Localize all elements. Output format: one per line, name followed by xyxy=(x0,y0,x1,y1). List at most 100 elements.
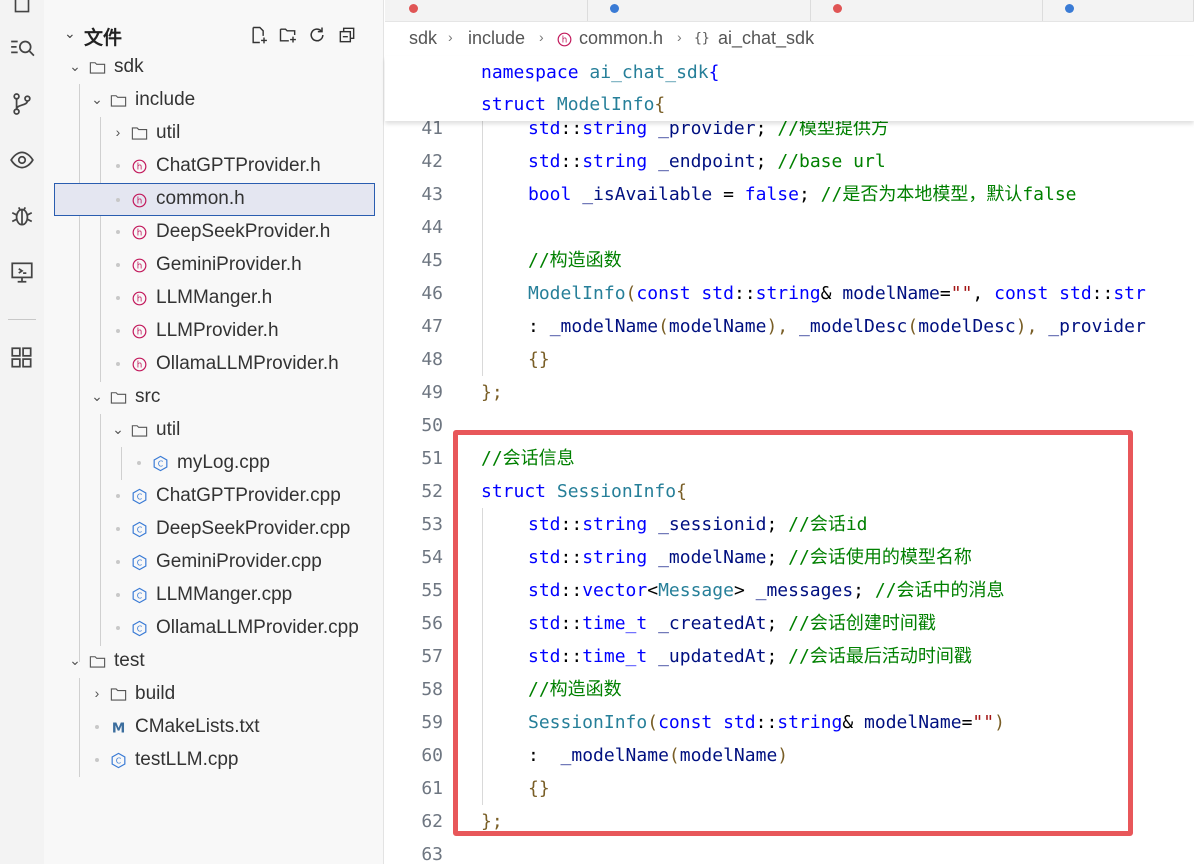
tree-item-label: DeepSeekProvider.cpp xyxy=(156,518,351,539)
code-token: struct xyxy=(481,94,547,115)
code-token: :: xyxy=(560,118,583,139)
tree-folder-include[interactable]: ⌄ include xyxy=(44,84,384,117)
folder-open-icon xyxy=(108,90,128,110)
tree-file-cmakelists[interactable]: M CMakeLists.txt xyxy=(44,711,384,744)
code-token: std xyxy=(1059,283,1092,304)
code-editor[interactable]: 41 42 43 44 45 46 47 48 49 50 51 52 53 5… xyxy=(385,112,1194,864)
tree-file-deepseekprovider-h[interactable]: h DeepSeekProvider.h xyxy=(44,216,384,249)
tree-file-deepseekprovider-cpp[interactable]: C DeepSeekProvider.cpp xyxy=(44,513,384,546)
editor-tab[interactable] xyxy=(1043,0,1194,21)
code-token: _modelName xyxy=(549,316,659,337)
tree-folder-src[interactable]: ⌄ src xyxy=(44,381,384,414)
tree-file-llmmanger-cpp[interactable]: C LLMManger.cpp xyxy=(44,579,384,612)
svg-text:h: h xyxy=(136,261,142,271)
tree-file-geminiprovider-cpp[interactable]: C GeminiProvider.cpp xyxy=(44,546,384,579)
tree-folder-util[interactable]: › util xyxy=(44,117,384,150)
header-file-icon: h xyxy=(129,222,149,242)
tree-file-chatgptprovider-h[interactable]: h ChatGPTProvider.h xyxy=(44,150,384,183)
code-token: }; xyxy=(481,382,503,403)
explorer-panel: ⌄ 文件 ⌄ sdk ⌄ include › util h ChatGPTPro… xyxy=(44,0,384,864)
code-token: bool xyxy=(528,184,572,205)
namespace-icon: {} xyxy=(694,31,710,46)
tree-item-label: ChatGPTProvider.cpp xyxy=(156,485,341,506)
code-token: _provider xyxy=(1048,316,1146,337)
code-line: ModelInfo(const std::string& modelName="… xyxy=(528,277,1146,310)
tree-file-chatgptprovider-cpp[interactable]: C ChatGPTProvider.cpp xyxy=(44,480,384,513)
tree-dot xyxy=(116,560,120,564)
breadcrumb-item[interactable]: ai_chat_sdk xyxy=(718,28,814,49)
sticky-line[interactable]: struct ModelInfo{ xyxy=(481,88,665,121)
code-token: str xyxy=(1113,283,1146,304)
line-number: 52 xyxy=(421,481,443,502)
tree-file-llmmanger-h[interactable]: h LLMManger.h xyxy=(44,282,384,315)
line-number: 54 xyxy=(421,547,443,568)
svg-text:C: C xyxy=(115,756,121,765)
tree-dot xyxy=(116,296,120,300)
indent-guide xyxy=(482,112,483,376)
explorer-icon[interactable]: 1 xyxy=(4,0,40,22)
code-line: }; xyxy=(481,376,503,409)
tree-folder-sdk[interactable]: ⌄ sdk xyxy=(44,51,384,84)
tree-item-label: LLMManger.h xyxy=(156,287,273,308)
tree-file-ollamallmprovider-h[interactable]: h OllamaLLMProvider.h xyxy=(44,348,384,381)
code-token: :: xyxy=(733,283,756,304)
tree-file-llmprovider-h[interactable]: h LLMProvider.h xyxy=(44,315,384,348)
code-token: ), xyxy=(1015,316,1038,337)
chevron-right-icon: › xyxy=(539,29,544,45)
code-token: "" xyxy=(950,283,973,304)
tree-folder-src-util[interactable]: ⌄ util xyxy=(44,414,384,447)
code-token: false xyxy=(744,184,799,205)
tree-file-common-h[interactable]: h common.h xyxy=(54,183,375,216)
source-control-icon[interactable] xyxy=(4,86,40,122)
tree-item-label: myLog.cpp xyxy=(177,452,270,473)
tree-dot xyxy=(116,527,120,531)
collapse-all-icon[interactable] xyxy=(335,23,359,47)
svg-text:h: h xyxy=(136,196,142,206)
code-comment: //base url xyxy=(777,151,886,172)
breadcrumb: sdk › include › h common.h › {} ai_chat_… xyxy=(385,24,1194,56)
header-file-icon: h xyxy=(129,190,149,210)
line-number: 50 xyxy=(421,415,443,436)
breadcrumb-item[interactable]: common.h xyxy=(579,28,663,49)
code-token: , xyxy=(972,283,984,304)
remote-explorer-icon[interactable] xyxy=(4,142,40,178)
tree-item-label: include xyxy=(135,89,196,110)
editor-tab[interactable] xyxy=(588,0,811,21)
code-token: _endpoint xyxy=(658,151,756,172)
chevron-down-icon: ⌄ xyxy=(91,388,103,404)
breadcrumb-item[interactable]: include xyxy=(468,28,525,49)
svg-text:C: C xyxy=(136,591,142,600)
svg-text:h: h xyxy=(136,360,142,370)
tree-item-label: OllamaLLMProvider.h xyxy=(156,353,339,374)
new-folder-icon[interactable] xyxy=(276,23,300,47)
tree-file-geminiprovider-h[interactable]: h GeminiProvider.h xyxy=(44,249,384,282)
sticky-line[interactable]: namespace ai_chat_sdk{ xyxy=(481,56,719,89)
extensions-icon[interactable] xyxy=(4,340,40,376)
tree-item-label: util xyxy=(156,122,181,143)
new-file-icon[interactable] xyxy=(247,23,271,47)
breadcrumb-item[interactable]: sdk xyxy=(409,28,437,49)
code-token: ModelInfo xyxy=(528,283,626,304)
header-file-icon: h xyxy=(555,30,575,50)
tree-item-label: src xyxy=(135,386,161,407)
tree-file-testllm-cpp[interactable]: C testLLM.cpp xyxy=(44,744,384,777)
tree-file-mylog-cpp[interactable]: C myLog.cpp xyxy=(44,447,384,480)
tree-item-label: LLMManger.cpp xyxy=(156,584,293,605)
editor-tab[interactable] xyxy=(385,0,588,21)
line-number: 46 xyxy=(421,283,443,304)
debug-icon[interactable] xyxy=(4,198,40,234)
tree-folder-build[interactable]: › build xyxy=(44,678,384,711)
svg-text:C: C xyxy=(136,624,142,633)
tree-folder-test[interactable]: ⌄ test xyxy=(44,645,384,678)
code-token: modelDesc xyxy=(918,316,1016,337)
code-comment: //是否为本地模型，默认false xyxy=(820,184,1077,205)
code-line: bool _isAvailable = false; //是否为本地模型，默认f… xyxy=(528,178,1077,211)
refresh-icon[interactable] xyxy=(305,23,329,47)
editor-tab[interactable] xyxy=(811,0,1043,21)
search-icon[interactable] xyxy=(4,30,40,66)
code-token: string xyxy=(755,283,821,304)
remote-icon[interactable] xyxy=(4,254,40,290)
tree-file-ollamallmprovider-cpp[interactable]: C OllamaLLMProvider.cpp xyxy=(44,612,384,645)
chevron-down-icon[interactable]: ⌄ xyxy=(64,25,76,42)
tree-item-label: ChatGPTProvider.h xyxy=(156,155,321,176)
